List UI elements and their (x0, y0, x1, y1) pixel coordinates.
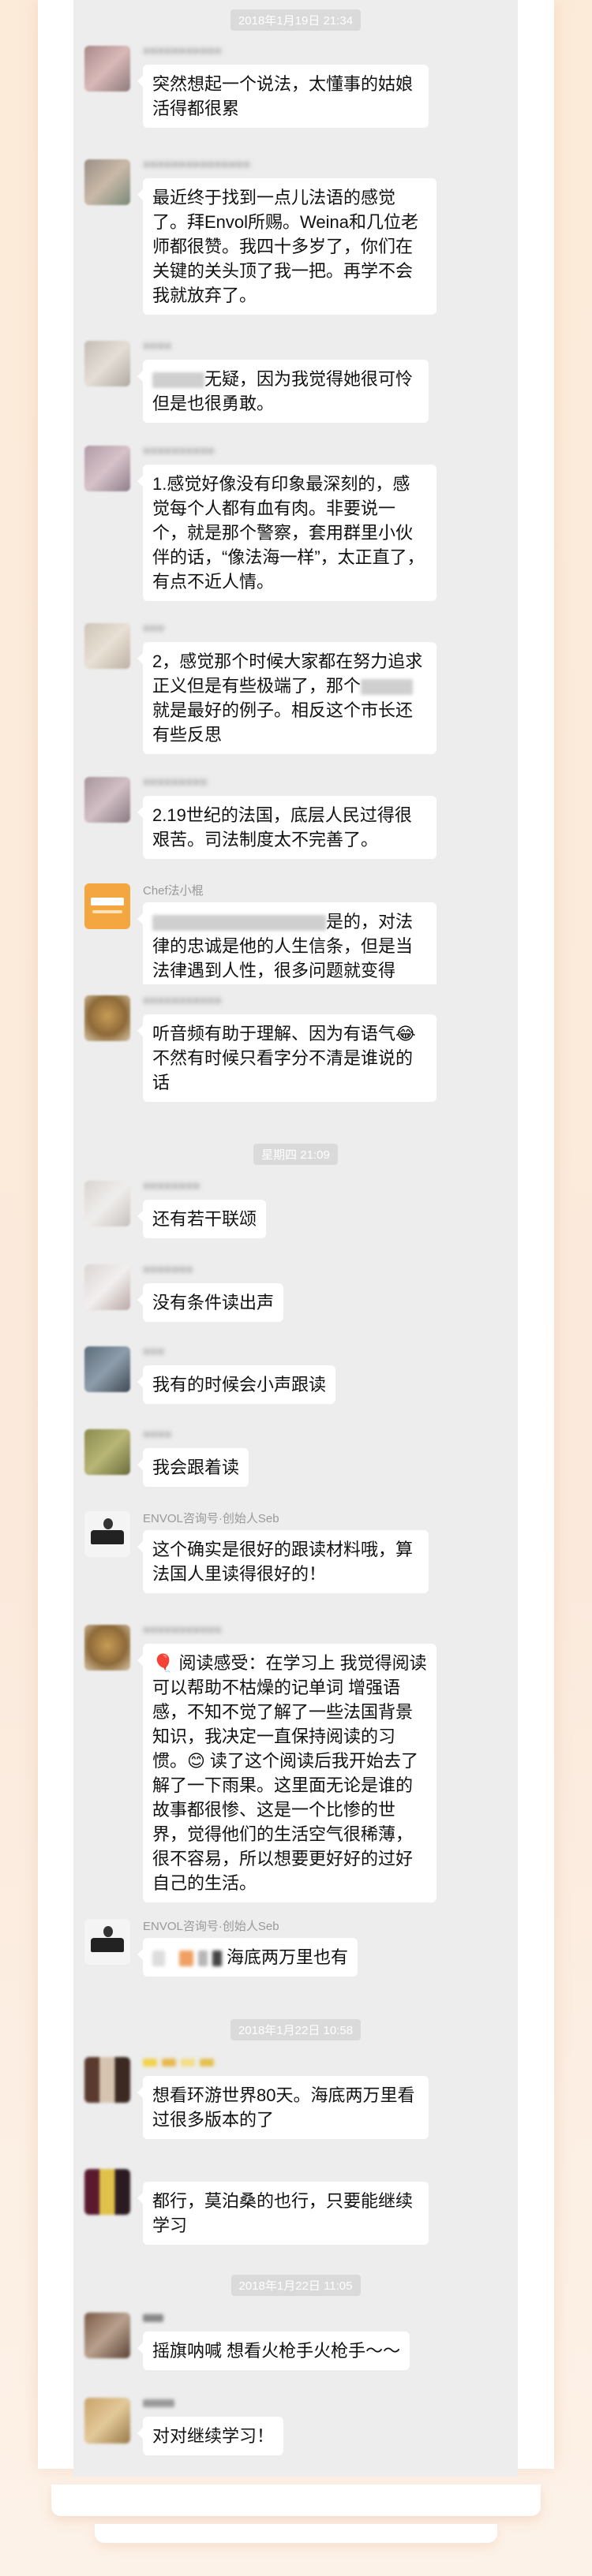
message-bubble: 对对继续学习！ (137, 2417, 284, 2455)
message-bubble: 是的，对法律的忠诚是他的人生信条，但是当法律遇到人性，很多问题就变得 (137, 902, 437, 984)
sender-name: ENVOL咨询号·创始人Seb (143, 1512, 279, 1525)
redacted-text (179, 1951, 193, 1967)
redacted-text (361, 679, 414, 696)
message-bubble: 听音频有助于理解、因为有语气😂 不然有时候只看字分不清是谁说的话 (137, 1014, 437, 1102)
redacted-text (152, 915, 326, 931)
logo-icon (92, 910, 122, 913)
timestamp: 2018年1月22日 11:05 (73, 2275, 518, 2296)
avatar[interactable] (84, 883, 130, 929)
card-footer-layer-1 (51, 2485, 541, 2516)
sender-name: ■■■■ (143, 1428, 172, 1441)
sender-name: ■■■■■■■■ (143, 1179, 200, 1193)
message-bubble: 我会跟着读 (137, 1448, 249, 1487)
message-bubble: 海底两万里也有 (137, 1938, 358, 1977)
avatar[interactable] (84, 995, 130, 1041)
sender-name: ■■■■■■■■■ (143, 775, 208, 789)
message-bubble: 1.感觉好像没有印象最深刻的，感觉每个人都有血有肉。非要说一个，就是那个警察，套… (137, 465, 437, 601)
sender-name (143, 2055, 214, 2069)
sender-name: Chef法小棍 (143, 884, 204, 898)
logo-icon (91, 898, 124, 905)
avatar[interactable] (84, 341, 130, 386)
message-bubble: 我有的时候会小声跟读 (137, 1365, 336, 1404)
person-icon (103, 1518, 113, 1529)
avatar[interactable] (84, 159, 130, 205)
redacted-text (152, 372, 204, 389)
avatar[interactable] (84, 2057, 130, 2103)
message-bubble: 摇旗呐喊 想看火枪手火枪手～～ (137, 2331, 410, 2370)
avatar[interactable] (84, 2313, 130, 2358)
sender-name: ■■■■■■■■■■ (143, 444, 215, 457)
sender-name (143, 2396, 174, 2410)
message-bubble: 无疑，因为我觉得她很可怜但是也很勇敢。 (137, 360, 429, 423)
avatar[interactable] (84, 2398, 130, 2443)
timestamp: 2018年1月22日 10:58 (73, 2019, 518, 2040)
avatar[interactable] (84, 1919, 130, 1965)
redacted-text (212, 1951, 222, 1967)
avatar[interactable] (84, 623, 130, 669)
sender-name: ■■■■■■■■■■■ (143, 44, 222, 58)
person-icon (91, 1938, 124, 1952)
redacted-text (152, 1951, 165, 1967)
person-icon (103, 1926, 113, 1937)
sender-name: ■■■■ (143, 339, 172, 353)
timestamp: 星期四 21:09 (73, 1144, 518, 1165)
person-icon (91, 1530, 124, 1544)
avatar[interactable] (84, 1181, 130, 1226)
avatar[interactable] (84, 1511, 130, 1557)
avatar[interactable] (84, 446, 130, 491)
sender-name (143, 2311, 163, 2324)
avatar[interactable] (84, 46, 130, 91)
message-bubble: 这个确实是很好的跟读材料哦，算法国人里读得很好的！ (137, 1530, 429, 1593)
message-bubble: 2.19世纪的法国，底层人民过得很艰苦。司法制度太不完善了。 (137, 796, 437, 859)
message-bubble: 最近终于找到一点儿法语的感觉了。拜Envol所赐。Weina和几位老师都很赞。我… (137, 178, 437, 315)
avatar[interactable] (84, 2169, 130, 2215)
sender-name: ■■■■■■■■■■■■■■■ (143, 158, 250, 171)
sender-name: ENVOL咨询号·创始人Seb (143, 1920, 279, 1933)
avatar[interactable] (84, 1346, 130, 1392)
card-footer-layer-2 (95, 2524, 497, 2543)
sender-name: ■■■ (143, 1345, 165, 1358)
message-bubble: 都行，莫泊桑的也行，只要能继续学习 (137, 2182, 429, 2245)
message-bubble: 🎈 阅读感受：在学习上 我觉得阅读可以帮助不枯燥的记单词 增强语感，不知不觉了解… (137, 1644, 437, 1902)
message-bubble: 没有条件读出声 (137, 1283, 284, 1322)
message-bubble: 2，感觉那个时候大家都在努力追求正义但是有些极端了，那个就是最好的例子。相反这个… (137, 642, 437, 754)
avatar[interactable] (84, 1429, 130, 1475)
avatar[interactable] (84, 777, 130, 823)
sender-name: ■■■■■■■■■■■ (143, 994, 222, 1007)
sender-name: ■■■■■■■ (143, 1263, 193, 1276)
message-bubble: 还有若干联颂 (137, 1200, 267, 1238)
chat-screenshot: 2018年1月19日 21:34 ■■■■■■■■■■■ 突然想起一个说法，太懂… (73, 0, 518, 2477)
sender-name: ■■■ (143, 622, 165, 635)
avatar[interactable] (84, 1264, 130, 1310)
chat-message: Chef法小棍 是的，对法律的忠诚是他的人生信条，但是当法律遇到人性，很多问题就… (73, 883, 518, 984)
sender-name: ■■■■■■■■■■■ (143, 1623, 222, 1637)
message-bubble: 想看环游世界80天。海底两万里看过很多版本的了 (137, 2076, 429, 2139)
redacted-text (198, 1951, 208, 1967)
timestamp: 2018年1月19日 21:34 (73, 9, 518, 31)
avatar[interactable] (84, 1625, 130, 1671)
message-bubble: 突然想起一个说法，太懂事的姑娘活得都很累 (137, 65, 429, 128)
